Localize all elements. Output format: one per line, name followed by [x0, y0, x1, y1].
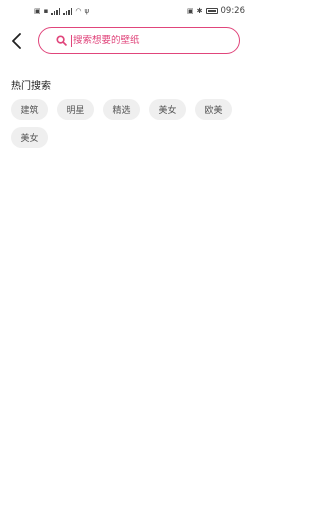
hot-tag[interactable]: 美女 — [149, 99, 186, 120]
signal-2g-icon — [63, 7, 73, 15]
status-left: ▣ ▪ ◠ ψ — [34, 6, 90, 15]
bluetooth-icon: ✱ — [196, 6, 203, 15]
sim-icon: ▣ — [34, 6, 41, 15]
signal-4g-icon — [51, 7, 61, 15]
status-right: ▣ ✱ 09:26 — [187, 6, 245, 16]
hot-tag[interactable]: 明星 — [57, 99, 94, 120]
text-caret — [71, 34, 72, 47]
search-header — [0, 26, 251, 56]
status-bar: ▣ ▪ ◠ ψ ▣ ✱ 09:26 — [0, 0, 251, 22]
search-icon — [56, 35, 67, 46]
chevron-left-icon — [12, 33, 21, 49]
back-button[interactable] — [6, 30, 28, 52]
hot-tag[interactable]: 建筑 — [11, 99, 48, 120]
search-box[interactable] — [38, 27, 240, 54]
wifi-icon: ◠ — [75, 6, 82, 15]
nfc-icon: ▣ — [187, 6, 194, 15]
hot-tag[interactable]: 精选 — [103, 99, 140, 120]
hot-search-title: 热门搜索 — [11, 81, 51, 92]
battery-icon — [205, 8, 218, 14]
status-time: 09:26 — [220, 6, 246, 16]
search-input[interactable] — [73, 35, 223, 46]
usb-icon: ψ — [84, 6, 90, 15]
hot-search-tags: 建筑 明星 精选 美女 欧美 美女 — [11, 99, 246, 148]
hot-tag[interactable]: 欧美 — [195, 99, 232, 120]
nfc-icon: ▪ — [43, 6, 49, 15]
hot-tag[interactable]: 美女 — [11, 127, 48, 148]
